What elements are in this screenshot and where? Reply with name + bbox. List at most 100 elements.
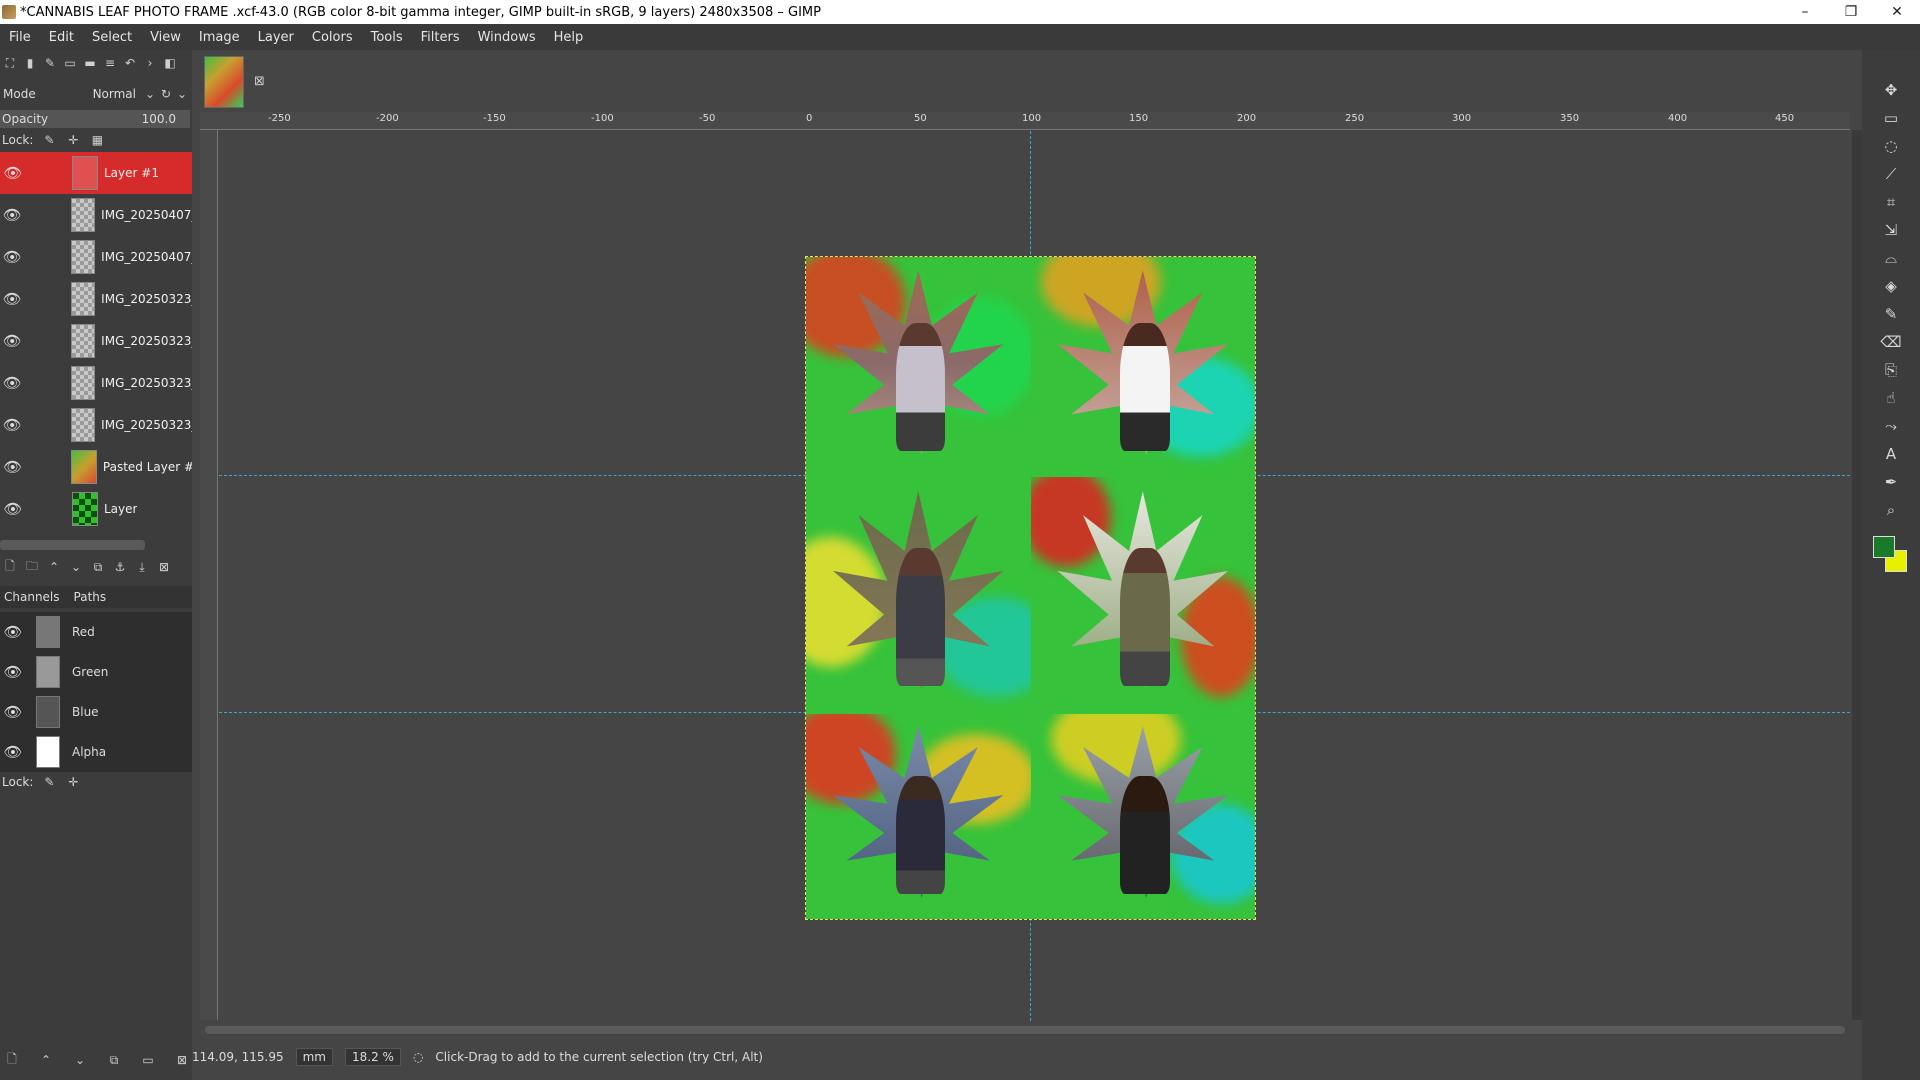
layer-row[interactable]: 👁 IMG_20250407_	[0, 194, 192, 236]
foreground-color[interactable]	[1873, 536, 1895, 558]
tab-channels[interactable]: Channels	[0, 588, 64, 606]
layer-row[interactable]: 👁 Layer	[0, 488, 192, 530]
lock-pixels-icon[interactable]: ✎	[41, 774, 57, 790]
new-channel-icon[interactable]: 🗋	[4, 1052, 20, 1068]
lower-channel-icon[interactable]: ⌄	[72, 1052, 88, 1068]
ruler-horizontal[interactable]: -250 -200 -150 -100 -50 0 50 100 150 200…	[200, 112, 1850, 130]
eye-icon[interactable]: 👁	[0, 500, 26, 518]
tab-paths[interactable]: Paths	[70, 588, 111, 606]
bucket-fill-icon[interactable]: ◈	[1881, 276, 1901, 296]
eye-icon[interactable]: 👁	[0, 374, 25, 392]
smudge-icon[interactable]: ☝	[1881, 388, 1901, 408]
image-canvas[interactable]	[219, 131, 1850, 1021]
image-tab-thumbnail[interactable]	[204, 56, 244, 108]
close-image-icon[interactable]: ⊠	[254, 74, 265, 89]
fg-bg-colors[interactable]	[1871, 536, 1911, 576]
menu-windows[interactable]: Windows	[469, 30, 545, 45]
opacity-slider[interactable]: Opacity 100.0	[0, 110, 190, 128]
tool-options-icon[interactable]: ⛶	[2, 55, 18, 71]
zoom-icon[interactable]: ⌕	[1881, 500, 1901, 520]
color-picker-icon[interactable]: ✒	[1881, 472, 1901, 492]
ruler-vertical[interactable]	[200, 130, 218, 1020]
anchor-layer-icon[interactable]: ⚓	[112, 559, 128, 575]
menu-edit[interactable]: Edit	[40, 30, 83, 45]
merge-layer-icon[interactable]: ⤓	[134, 559, 150, 575]
gradients-icon[interactable]: ▬	[82, 55, 98, 71]
layers-tab-icon[interactable]: ≡	[102, 55, 118, 71]
minimize-button[interactable]: –	[1782, 0, 1828, 24]
lock-alpha-icon[interactable]: ▦	[89, 132, 105, 148]
eye-icon[interactable]: 👁	[0, 703, 26, 721]
eye-icon[interactable]: 👁	[0, 290, 25, 308]
menu-filters[interactable]: Filters	[412, 30, 469, 45]
fuzzy-select-icon[interactable]: ⟋	[1881, 164, 1901, 184]
eye-icon[interactable]: 👁	[0, 623, 26, 641]
channel-row[interactable]: 👁 Alpha	[0, 732, 192, 772]
reset-mode-icon[interactable]: ↻	[158, 86, 174, 102]
crop-icon[interactable]: ⌗	[1881, 192, 1901, 212]
menu-select[interactable]: Select	[83, 30, 141, 45]
menu-colors[interactable]: Colors	[303, 30, 362, 45]
eye-icon[interactable]: 👁	[0, 458, 25, 476]
lasso-icon[interactable]: ◌	[1881, 136, 1901, 156]
menu-tools[interactable]: Tools	[362, 30, 412, 45]
lock-position-icon[interactable]: ✛	[65, 132, 81, 148]
menu-help[interactable]: Help	[545, 30, 593, 45]
eye-icon[interactable]: 👁	[0, 332, 25, 350]
brushes-icon[interactable]: ▮	[22, 55, 38, 71]
transform-icon[interactable]: ⇲	[1881, 220, 1901, 240]
layer-row[interactable]: 👁 Layer #1	[0, 152, 192, 194]
eye-icon[interactable]: 👁	[0, 416, 25, 434]
duplicate-layer-icon[interactable]: ⧉	[90, 559, 106, 575]
eye-icon[interactable]: 👁	[0, 248, 25, 266]
channel-row[interactable]: 👁 Green	[0, 652, 192, 692]
channel-row[interactable]: 👁 Red	[0, 612, 192, 652]
eye-icon[interactable]: 👁	[0, 164, 26, 182]
rect-select-icon[interactable]: ▭	[1881, 108, 1901, 128]
close-button[interactable]: ✕	[1874, 0, 1920, 24]
dock-menu-icon[interactable]: ◧	[162, 55, 178, 71]
layer-row[interactable]: 👁 IMG_20250323_	[0, 278, 192, 320]
lock-position-icon[interactable]: ✛	[65, 774, 81, 790]
layers-scrollbar[interactable]	[0, 540, 145, 550]
channel-row[interactable]: 👁 Blue	[0, 692, 192, 732]
restore-button[interactable]: ❐	[1828, 0, 1874, 24]
text-icon[interactable]: A	[1881, 444, 1901, 464]
lower-layer-icon[interactable]: ⌄	[68, 559, 84, 575]
opacity-value[interactable]: 100.0	[142, 112, 190, 126]
raise-channel-icon[interactable]: ⌃	[38, 1052, 54, 1068]
duplicate-channel-icon[interactable]: ⧉	[106, 1052, 122, 1068]
chevron-down-icon[interactable]: ⌄	[142, 86, 158, 102]
channel-to-selection-icon[interactable]: ▭	[140, 1052, 156, 1068]
mode-select[interactable]: Normal	[72, 87, 142, 101]
paintbrush-icon[interactable]: ✎	[1881, 304, 1901, 324]
menu-file[interactable]: File	[0, 30, 40, 45]
pencil-icon[interactable]: ✎	[42, 55, 58, 71]
patterns-icon[interactable]: ▭	[62, 55, 78, 71]
move-icon[interactable]: ✥	[1881, 80, 1901, 100]
layer-row[interactable]: 👁 Pasted Layer #	[0, 446, 192, 488]
paths-icon[interactable]: ⤳	[1881, 416, 1901, 436]
delete-layer-icon[interactable]: ⊠	[156, 559, 172, 575]
eye-icon[interactable]: 👁	[0, 663, 26, 681]
undo-history-icon[interactable]: ↶	[122, 55, 138, 71]
zoom-select[interactable]: 18.2 %	[345, 1048, 401, 1066]
warp-icon[interactable]: ⌓	[1881, 248, 1901, 268]
chevron-down-icon[interactable]: ⌄	[174, 86, 190, 102]
clone-icon[interactable]: ⎘	[1881, 360, 1901, 380]
layer-row[interactable]: 👁 IMG_20250323_	[0, 404, 192, 446]
photo-frame-image[interactable]	[805, 256, 1256, 920]
menu-image[interactable]: Image	[190, 30, 249, 45]
delete-channel-icon[interactable]: ⊠	[174, 1052, 190, 1068]
eye-icon[interactable]: 👁	[0, 206, 25, 224]
canvas-scrollbar-horizontal[interactable]	[205, 1026, 1845, 1034]
lock-pixels-icon[interactable]: ✎	[41, 132, 57, 148]
raise-layer-icon[interactable]: ⌃	[46, 559, 62, 575]
menu-view[interactable]: View	[141, 30, 190, 45]
chevron-right-icon[interactable]: ›	[142, 55, 158, 71]
new-group-icon[interactable]: 🗀	[24, 559, 40, 575]
menu-layer[interactable]: Layer	[249, 30, 303, 45]
layer-row[interactable]: 👁 IMG_20250323_	[0, 362, 192, 404]
eraser-icon[interactable]: ⌫	[1880, 332, 1901, 352]
eye-icon[interactable]: 👁	[0, 743, 26, 761]
